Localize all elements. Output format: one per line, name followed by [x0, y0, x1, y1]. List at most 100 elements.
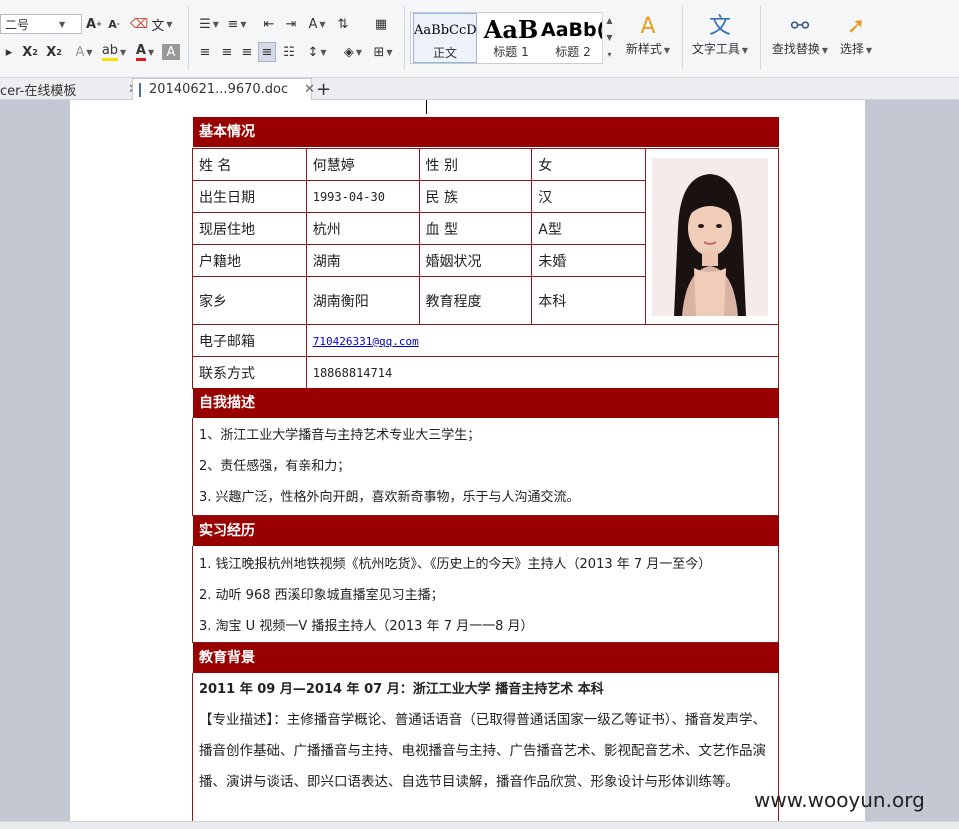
phonetic-guide-icon[interactable]: 文 ▼	[150, 14, 174, 34]
style-name: 正文	[432, 46, 457, 60]
close-icon[interactable]: ✕	[304, 82, 315, 97]
font-size-value: 二号	[5, 17, 30, 32]
ethnic-value: 汉	[531, 180, 646, 213]
binoculars-icon: ⚯	[790, 14, 810, 39]
education-background: 2011 年 09 月—2014 年 07 月：浙江工业大学 播音主持艺术 本科…	[192, 673, 779, 829]
find-replace-label: 查找替换	[771, 42, 820, 56]
portrait-image	[652, 157, 768, 316]
shading-fill-icon[interactable]: ◈ ▼	[340, 42, 366, 62]
self-line: 1、浙江工业大学播音与主持艺术专业大三学生；	[199, 428, 481, 443]
self-line: 2、责任感强，有亲和力；	[199, 459, 351, 474]
sort-icon[interactable]: ⇅	[334, 14, 352, 34]
marital-value: 未婚	[531, 244, 646, 277]
gender-label: 性 别	[418, 148, 533, 181]
style-sample: AaBb(	[541, 19, 605, 41]
font-color-icon[interactable]: A ▼	[132, 42, 158, 62]
document-page[interactable]: 基本情况 姓 名 何慧婷 性 别 女 出生日期 1993-04-30 民 族 汉…	[70, 100, 865, 829]
select-label: 选择	[839, 42, 864, 56]
intern-line: 1. 钱江晚报杭州地铁视频《杭州吃货》、《历史上的今天》主持人（2013 年 7…	[199, 557, 712, 572]
name-label: 姓 名	[192, 148, 307, 181]
hometown-value: 湖南衡阳	[305, 276, 420, 325]
style-normal[interactable]: AaBbCcD 正文	[413, 13, 477, 63]
new-style-button[interactable]: A 新样式 ▼	[622, 14, 674, 57]
grow-font-icon[interactable]: A +	[86, 14, 102, 34]
group-divider	[760, 6, 761, 70]
group-divider	[682, 6, 683, 70]
highlight-icon[interactable]: ab ▼	[100, 42, 128, 62]
font-size-select[interactable]: 二号 ▼	[0, 14, 82, 34]
increase-indent-icon[interactable]: ⇥	[282, 14, 300, 34]
align-center-icon[interactable]: ≡	[218, 42, 236, 62]
align-left-icon[interactable]: ≡	[196, 42, 214, 62]
doc-tab-template[interactable]: cer-在线模板 ✕	[0, 78, 139, 100]
blood-value: A型	[531, 212, 646, 245]
residence-label: 现居住地	[192, 212, 307, 245]
style-heading-2[interactable]: AaBb( 标题 2	[541, 13, 605, 63]
email-cell: 710426331@qq.com	[305, 324, 780, 357]
section-header-edu: 教育背景	[193, 643, 779, 673]
text-cursor	[426, 100, 427, 114]
gallery-more-icon[interactable]: ▾	[603, 46, 616, 63]
hukou-label: 户籍地	[192, 244, 307, 277]
phone-label: 联系方式	[192, 356, 307, 389]
degree-value: 本科	[531, 276, 646, 325]
style-sample: AaB	[483, 15, 539, 44]
phone-value: 18868814714	[305, 356, 780, 389]
justify-icon[interactable]: ≡	[258, 42, 276, 62]
doc-tab-active[interactable]: 20140621...9670.doc ✕	[132, 78, 315, 100]
scroll-down-icon[interactable]: ▼	[603, 29, 616, 46]
ethnic-label: 民 族	[418, 180, 533, 213]
page-background-right	[948, 100, 959, 821]
text-direction-icon[interactable]: A ▼	[304, 14, 330, 34]
superscript-icon[interactable]: X2	[20, 42, 40, 62]
bullets-icon[interactable]: ☰ ▼	[196, 14, 222, 34]
chevron-down-icon: ▼	[59, 19, 66, 29]
align-right-icon[interactable]: ≡	[238, 42, 256, 62]
doc-tab-label: cer-在线模板	[0, 83, 77, 99]
char-shading-icon[interactable]: A	[162, 44, 180, 60]
edu-description: 【专业描述】：主修播音学概论、普通话语音（已取得普通话国家一级乙等证书）、播音发…	[199, 712, 766, 790]
document-icon	[139, 82, 141, 97]
hometown-label: 家乡	[192, 276, 307, 325]
gallery-scroll[interactable]: ▲ ▼ ▾	[602, 12, 616, 64]
subscript-icon[interactable]: X2	[44, 42, 64, 62]
find-replace-button[interactable]: ⚯ 查找替换 ▼	[768, 14, 832, 57]
self-line: 3. 兴趣广泛，性格外向开朗，喜欢新奇事物，乐于与人沟通交流。	[199, 490, 580, 505]
new-tab-button[interactable]: +	[316, 78, 336, 100]
new-style-label: 新样式	[625, 42, 662, 56]
decrease-indent-icon[interactable]: ⇤	[260, 14, 278, 34]
strikethrough-icon[interactable]: ▸	[0, 42, 18, 62]
status-bar	[0, 821, 959, 829]
text-effect-icon[interactable]: A ▼	[72, 42, 96, 62]
edu-title: 2011 年 09 月—2014 年 07 月：浙江工业大学 播音主持艺术 本科	[199, 682, 604, 697]
table-icon[interactable]: ▦	[370, 14, 392, 34]
section-header-intern: 实习经历	[193, 516, 779, 546]
intern-line: 3. 淘宝 U 视频一V 播报主持人（2013 年 7 月一一8 月）	[199, 619, 534, 634]
text-tools-button[interactable]: 文 文字工具 ▼	[688, 14, 752, 57]
text-tools-label: 文字工具	[691, 42, 740, 56]
watermark-text: www.wooyun.org	[754, 788, 925, 812]
section-header-basic: 基本情况	[193, 117, 779, 147]
birth-value: 1993-04-30	[305, 180, 420, 213]
marital-label: 婚姻状况	[418, 244, 533, 277]
style-heading-1[interactable]: AaB 标题 1	[479, 13, 543, 63]
plus-icon: +	[316, 78, 332, 100]
photo-cell	[645, 148, 779, 325]
distribute-icon[interactable]: ☷	[280, 42, 298, 62]
select-button[interactable]: ➚ 选择 ▼	[836, 14, 876, 57]
degree-label: 教育程度	[418, 276, 533, 325]
email-link[interactable]: 710426331@qq.com	[313, 335, 419, 348]
shrink-font-icon[interactable]: A-	[106, 14, 122, 34]
borders-icon[interactable]: ⊞ ▼	[370, 42, 396, 62]
section-header-self: 自我描述	[193, 388, 779, 418]
cursor-arrow-icon: ➚	[846, 14, 866, 39]
email-label: 电子邮箱	[192, 324, 307, 357]
intern-experience: 1. 钱江晚报杭州地铁视频《杭州吃货》、《历史上的今天》主持人（2013 年 7…	[192, 546, 779, 643]
new-style-icon: A	[640, 14, 656, 39]
style-name: 标题 2	[555, 45, 591, 59]
document-tab-bar: cer-在线模板 ✕ 20140621...9670.doc ✕ +	[0, 78, 959, 100]
scroll-up-icon[interactable]: ▲	[603, 12, 616, 29]
clear-format-icon[interactable]: ⌫	[130, 14, 148, 34]
line-spacing-icon[interactable]: ↕ ▼	[304, 42, 330, 62]
numbering-icon[interactable]: ≡ ▼	[224, 14, 250, 34]
